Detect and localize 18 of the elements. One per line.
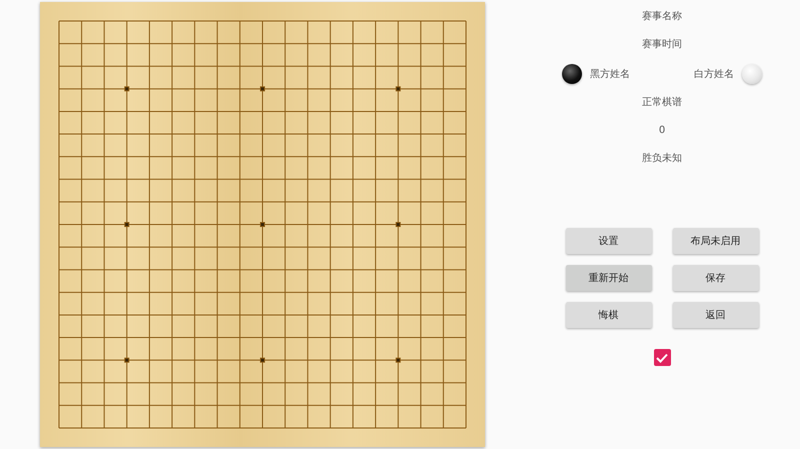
game-result: 胜负未知 xyxy=(642,152,682,166)
checkbox[interactable] xyxy=(654,349,670,366)
action-button[interactable]: 布局未启用 xyxy=(672,228,758,254)
action-button[interactable]: 保存 xyxy=(672,265,758,291)
go-board[interactable] xyxy=(40,2,485,447)
move-count: 0 xyxy=(658,124,666,138)
player-name: 黑方姓名 xyxy=(590,68,630,81)
match-name: 赛事名称 xyxy=(642,10,682,24)
action-button[interactable]: 悔棋 xyxy=(566,302,652,328)
player-name: 白方姓名 xyxy=(694,68,734,81)
match-time: 赛事时间 xyxy=(642,38,682,52)
record-type: 正常棋谱 xyxy=(642,96,682,110)
go-stone-icon xyxy=(562,64,582,84)
action-button[interactable]: 返回 xyxy=(672,302,758,328)
action-button[interactable]: 设置 xyxy=(566,228,652,254)
check-icon xyxy=(656,352,668,362)
go-stone-icon xyxy=(742,64,762,84)
action-button[interactable]: 重新开始 xyxy=(566,265,652,291)
